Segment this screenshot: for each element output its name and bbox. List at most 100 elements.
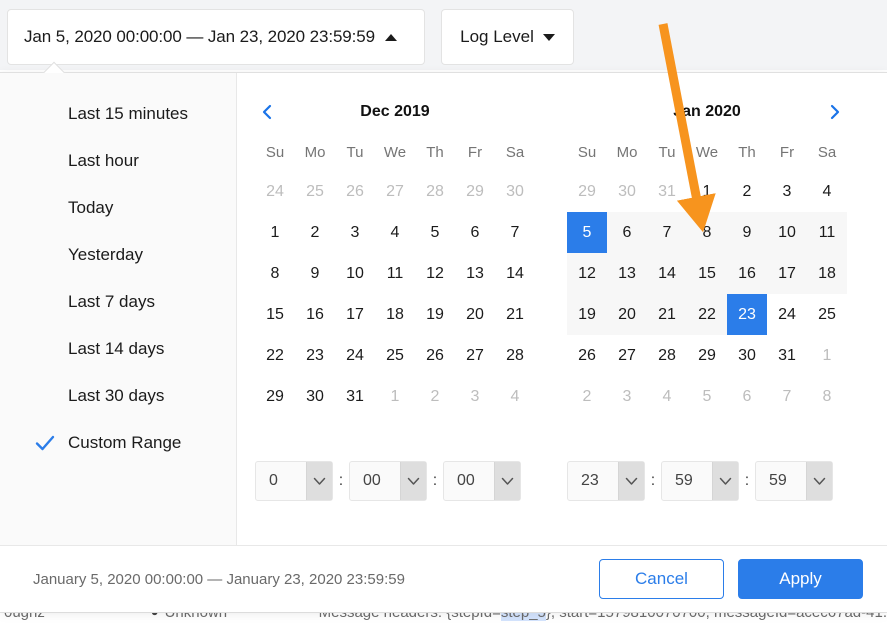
calendar-day[interactable]: 26: [567, 335, 607, 376]
sidebar-item-last-14-days[interactable]: Last 14 days: [0, 325, 236, 372]
calendar-day[interactable]: 2: [727, 171, 767, 212]
calendar-cell: 7: [495, 212, 535, 253]
calendar-day[interactable]: 21: [495, 294, 535, 335]
chevron-down-icon[interactable]: [400, 462, 426, 500]
sidebar-item-last-hour[interactable]: Last hour: [0, 137, 236, 184]
calendar-day[interactable]: 29: [687, 335, 727, 376]
end-minute-select[interactable]: 59: [661, 461, 739, 501]
calendar-day[interactable]: 3: [767, 171, 807, 212]
end-second-select[interactable]: 59: [755, 461, 833, 501]
calendar-day[interactable]: 9: [295, 253, 335, 294]
calendar-day[interactable]: 9: [727, 212, 767, 253]
calendar-day[interactable]: 20: [607, 294, 647, 335]
calendar-day[interactable]: 12: [567, 253, 607, 294]
chevron-down-icon[interactable]: [306, 462, 332, 500]
calendar-day[interactable]: 19: [415, 294, 455, 335]
calendar-day[interactable]: 6: [455, 212, 495, 253]
start-second-select[interactable]: 00: [443, 461, 521, 501]
calendar-day[interactable]: 1: [255, 212, 295, 253]
calendar-day[interactable]: 4: [375, 212, 415, 253]
calendar-day[interactable]: 24: [335, 335, 375, 376]
calendar-day[interactable]: 30: [727, 335, 767, 376]
calendar-day[interactable]: 24: [767, 294, 807, 335]
calendar-day[interactable]: 31: [335, 376, 375, 417]
chevron-down-icon[interactable]: [712, 462, 738, 500]
calendar-day: 27: [386, 182, 404, 200]
calendar-day[interactable]: 7: [647, 212, 687, 253]
calendar-day[interactable]: 3: [335, 212, 375, 253]
calendar-day[interactable]: 22: [255, 335, 295, 376]
calendar-day[interactable]: 31: [767, 335, 807, 376]
calendar-day[interactable]: 10: [767, 212, 807, 253]
chevron-down-icon[interactable]: [806, 462, 832, 500]
calendar-day[interactable]: 8: [255, 253, 295, 294]
sidebar-item-custom-range[interactable]: Custom Range: [0, 419, 236, 466]
calendar-day[interactable]: 18: [375, 294, 415, 335]
calendar-day[interactable]: 25: [375, 335, 415, 376]
date-range-button[interactable]: Jan 5, 2020 00:00:00 — Jan 23, 2020 23:5…: [7, 9, 425, 65]
calendar-day[interactable]: 10: [335, 253, 375, 294]
calendar-day-selected[interactable]: 5: [567, 212, 607, 253]
calendar-day[interactable]: 28: [495, 335, 535, 376]
end-hour-select[interactable]: 23: [567, 461, 645, 501]
log-level-filter-button[interactable]: Log Level: [441, 9, 574, 65]
calendar-area: Dec 2019 Su Mo Tu We Th Fr Sa 24 25 26 27 28 29 30 1 2 3…: [237, 73, 887, 545]
calendar-day[interactable]: 20: [455, 294, 495, 335]
calendar-day[interactable]: 27: [607, 335, 647, 376]
calendar-cell: 27: [375, 171, 415, 212]
sidebar-item-last-7-days[interactable]: Last 7 days: [0, 278, 236, 325]
sidebar-item-today[interactable]: Today: [0, 184, 236, 231]
calendar-day[interactable]: 13: [607, 253, 647, 294]
cancel-button[interactable]: Cancel: [599, 559, 724, 599]
calendar-day[interactable]: 12: [415, 253, 455, 294]
sidebar-item-last-30-days[interactable]: Last 30 days: [0, 372, 236, 419]
sidebar-item-last-15-minutes[interactable]: Last 15 minutes: [0, 90, 236, 137]
calendar-day[interactable]: 14: [495, 253, 535, 294]
calendar-day[interactable]: 15: [687, 253, 727, 294]
start-minute-select[interactable]: 00: [349, 461, 427, 501]
calendar-day[interactable]: 8: [687, 212, 727, 253]
calendar-day[interactable]: 14: [647, 253, 687, 294]
calendar-cell: 8: [807, 376, 847, 417]
calendar-day[interactable]: 16: [727, 253, 767, 294]
calendar-day[interactable]: 4: [807, 171, 847, 212]
calendar-day[interactable]: 25: [807, 294, 847, 335]
calendar-cell: 9: [727, 212, 767, 253]
apply-button[interactable]: Apply: [738, 559, 863, 599]
calendar-day[interactable]: 30: [295, 376, 335, 417]
calendar-day[interactable]: 29: [255, 376, 295, 417]
calendar-day[interactable]: 16: [295, 294, 335, 335]
sidebar-item-yesterday[interactable]: Yesterday: [0, 231, 236, 278]
calendar-day[interactable]: 21: [647, 294, 687, 335]
calendar-day[interactable]: 11: [807, 212, 847, 253]
calendar-day[interactable]: 5: [415, 212, 455, 253]
calendar-day[interactable]: 19: [567, 294, 607, 335]
calendar-day[interactable]: 28: [647, 335, 687, 376]
calendar-day[interactable]: 18: [807, 253, 847, 294]
calendar-day[interactable]: 7: [495, 212, 535, 253]
date-range-popup: Last 15 minutes Last hour Today Yesterday La…: [0, 61, 887, 612]
calendar-day[interactable]: 22: [687, 294, 727, 335]
calendar-day[interactable]: 13: [455, 253, 495, 294]
calendar-day-selected[interactable]: 23: [727, 294, 767, 335]
calendar-right-nav-spacer: [567, 100, 591, 124]
calendar-day[interactable]: 15: [255, 294, 295, 335]
calendar-day[interactable]: 27: [455, 335, 495, 376]
calendar-day[interactable]: 2: [295, 212, 335, 253]
start-hour-select[interactable]: 0: [255, 461, 333, 501]
chevron-down-icon[interactable]: [494, 462, 520, 500]
chevron-down-icon[interactable]: [618, 462, 644, 500]
time-selectors-row: 0: 00: 00 23: 59: 59: [255, 461, 867, 501]
calendar-cell: 24: [255, 171, 295, 212]
chevron-left-icon[interactable]: [255, 100, 279, 124]
calendar-day[interactable]: 17: [767, 253, 807, 294]
chevron-right-icon[interactable]: [823, 100, 847, 124]
calendar-day[interactable]: 17: [335, 294, 375, 335]
calendar-day[interactable]: 1: [687, 171, 727, 212]
start-second-value: 00: [457, 472, 475, 489]
calendar-day[interactable]: 26: [415, 335, 455, 376]
calendar-day[interactable]: 6: [607, 212, 647, 253]
calendar-day[interactable]: 11: [375, 253, 415, 294]
log-source-cell: 0ughz: [4, 612, 45, 621]
calendar-day[interactable]: 23: [295, 335, 335, 376]
